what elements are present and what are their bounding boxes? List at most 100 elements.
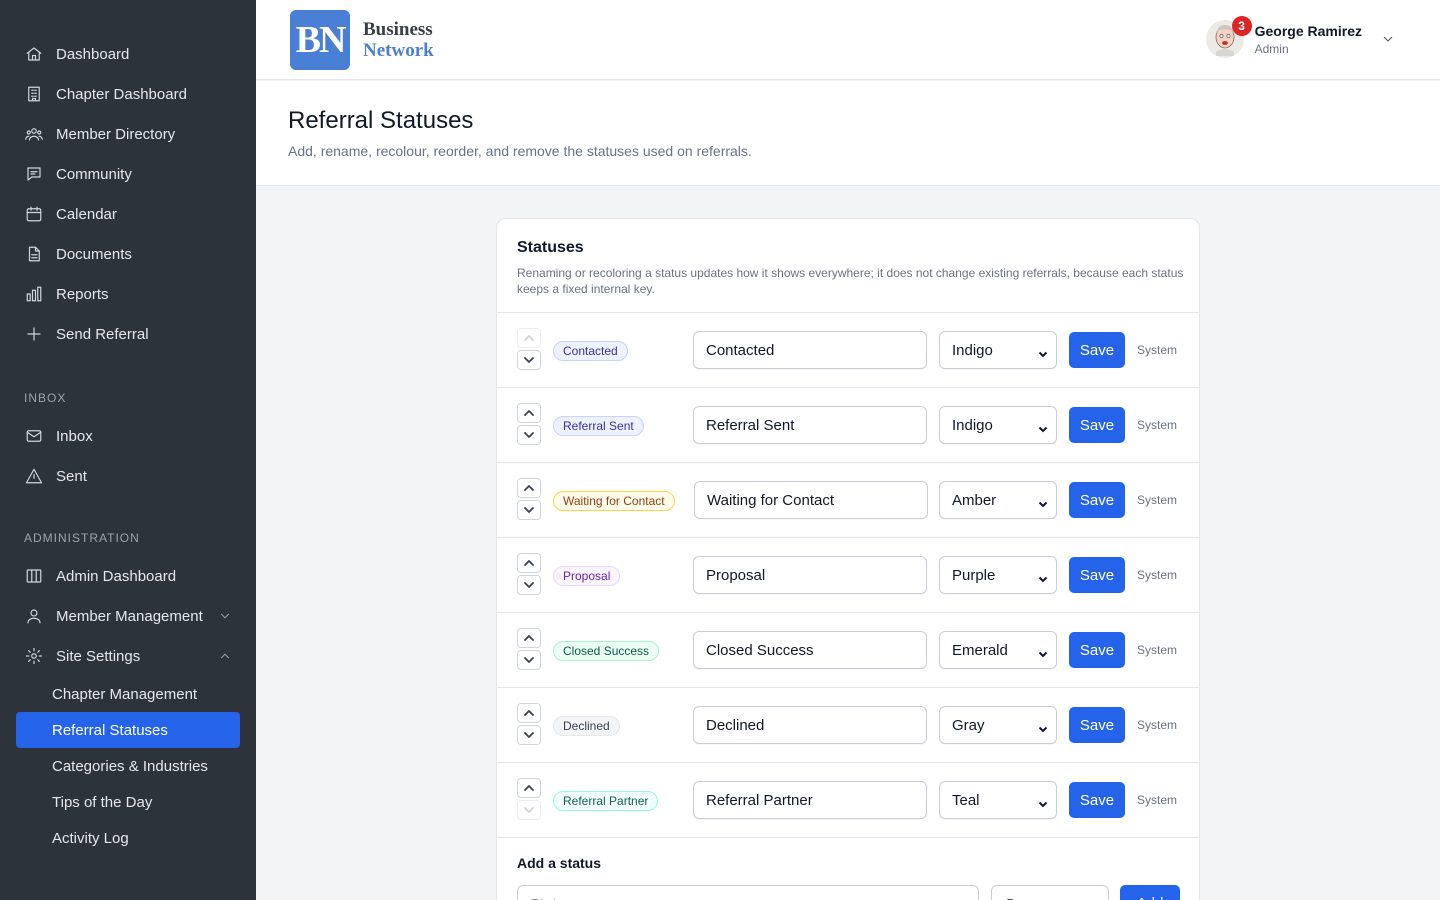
status-color-select[interactable]: Emerald [939,631,1057,669]
move-up-button[interactable] [517,553,541,573]
move-down-button[interactable] [517,725,541,745]
sidebar-item-dashboard[interactable]: Dashboard [0,34,256,74]
save-button[interactable]: Save [1069,332,1125,368]
sidebar: Dashboard Chapter Dashboard Member Direc… [0,0,256,900]
save-button[interactable]: Save [1069,407,1125,443]
gear-icon [24,646,44,666]
chevron-up-icon[interactable] [218,649,232,663]
save-button[interactable]: Save [1069,782,1125,818]
users-icon [24,124,44,144]
status-name-input[interactable] [693,331,927,369]
save-button[interactable]: Save [1069,632,1125,668]
sidebar-item-label: Calendar [56,205,117,223]
logo[interactable]: BN Business Network [290,10,434,70]
sidebar-item-inbox[interactable]: Inbox [0,416,256,456]
status-color-select[interactable]: Purple [939,556,1057,594]
status-type-label: System [1137,568,1178,582]
chevron-down-icon[interactable] [218,609,232,623]
sidebar-item-member-directory[interactable]: Member Directory [0,114,256,154]
chevron-down-icon[interactable] [1380,31,1396,47]
card-description: Renaming or recoloring a status updates … [517,266,1184,296]
sidebar-item-calendar[interactable]: Calendar [0,194,256,234]
status-name-input[interactable] [693,781,927,819]
move-up-button[interactable] [517,478,541,498]
sidebar-item-admin-dashboard[interactable]: Admin Dashboard [0,556,256,596]
site-settings-submenu: Chapter Management Referral Statuses Cat… [0,676,256,856]
user-menu[interactable]: 3 George Ramirez Admin [1205,16,1396,58]
envelope-icon [24,426,44,446]
chevron-down-icon [524,507,534,513]
sidebar-subitem-referral-statuses[interactable]: Referral Statuses [16,712,240,748]
sidebar-item-documents[interactable]: Documents [0,234,256,274]
status-color-select[interactable]: Indigo [939,331,1057,369]
sidebar-item-member-management[interactable]: Member Management [0,596,256,636]
selected-color: Purple [952,566,996,584]
new-status-name-input[interactable] [517,885,979,900]
sidebar-subitem-chapter-management[interactable]: Chapter Management [16,676,240,712]
status-row: Referral Partner Teal Save System [497,763,1199,838]
sidebar-item-send-referral[interactable]: Send Referral [0,314,256,354]
new-status-color-select[interactable]: Gray [991,885,1109,900]
sidebar-subitem-tips-of-the-day[interactable]: Tips of the Day [16,784,240,820]
card-title: Statuses [517,239,584,256]
sidebar-item-label: Reports [56,285,109,303]
sidebar-main-nav: Dashboard Chapter Dashboard Member Direc… [0,34,256,354]
sidebar-item-label: Documents [56,245,132,263]
move-down-button[interactable] [517,350,541,370]
status-name-input[interactable] [693,631,927,669]
move-up-button[interactable] [517,703,541,723]
sidebar-item-label: Site Settings [56,647,141,665]
status-name-input[interactable] [693,406,927,444]
move-down-button[interactable] [517,650,541,670]
move-up-button[interactable] [517,328,541,348]
sidebar-item-chapter-dashboard[interactable]: Chapter Dashboard [0,74,256,114]
save-button[interactable]: Save [1069,707,1125,743]
status-name-input[interactable] [694,481,928,519]
sidebar-item-reports[interactable]: Reports [0,274,256,314]
chevron-down-icon [1038,346,1048,358]
chevron-up-icon [524,560,534,566]
move-down-button[interactable] [517,575,541,595]
move-down-button[interactable] [517,800,541,820]
status-color-select[interactable]: Teal [939,781,1057,819]
status-pill: Closed Success [553,641,660,661]
add-status-button[interactable]: Add [1120,885,1180,900]
move-up-button[interactable] [517,628,541,648]
sidebar-subitem-activity-log[interactable]: Activity Log [16,820,240,856]
user-info: George Ramirez Admin [1255,23,1362,56]
move-up-button[interactable] [517,778,541,798]
status-row: Contacted Indigo Save System [497,313,1199,388]
selected-color: Amber [952,491,997,509]
status-pill: Declined [553,716,620,736]
status-name-input[interactable] [693,556,927,594]
status-pill: Waiting for Contact [553,491,675,511]
chevron-down-icon [1038,796,1048,808]
avatar[interactable]: 3 [1205,16,1252,58]
reorder-controls [517,703,541,747]
sidebar-item-site-settings[interactable]: Site Settings [0,636,256,676]
save-button[interactable]: Save [1069,482,1125,518]
status-name-input[interactable] [693,706,927,744]
sidebar-item-community[interactable]: Community [0,154,256,194]
save-button[interactable]: Save [1069,557,1125,593]
reorder-controls [517,778,541,822]
sidebar-section-inbox: INBOX [24,391,67,405]
status-color-select[interactable]: Indigo [939,406,1057,444]
selected-color: Indigo [952,416,993,434]
sidebar-subitem-categories-industries[interactable]: Categories & Industries [16,748,240,784]
calendar-icon [24,204,44,224]
move-down-button[interactable] [517,425,541,445]
reorder-controls [517,328,541,372]
status-list: Contacted Indigo Save System Referral Se… [497,312,1199,838]
chevron-up-icon [524,710,534,716]
status-row: Waiting for Contact Amber Save System [497,463,1199,538]
status-color-select[interactable]: Gray [939,706,1057,744]
chevron-up-icon [524,485,534,491]
move-down-button[interactable] [517,500,541,520]
sidebar-item-sent[interactable]: Sent [0,456,256,496]
sidebar-item-label: Member Management [56,607,203,625]
move-up-button[interactable] [517,403,541,423]
user-icon [24,606,44,626]
reorder-controls [517,553,541,597]
status-color-select[interactable]: Amber [939,481,1057,519]
